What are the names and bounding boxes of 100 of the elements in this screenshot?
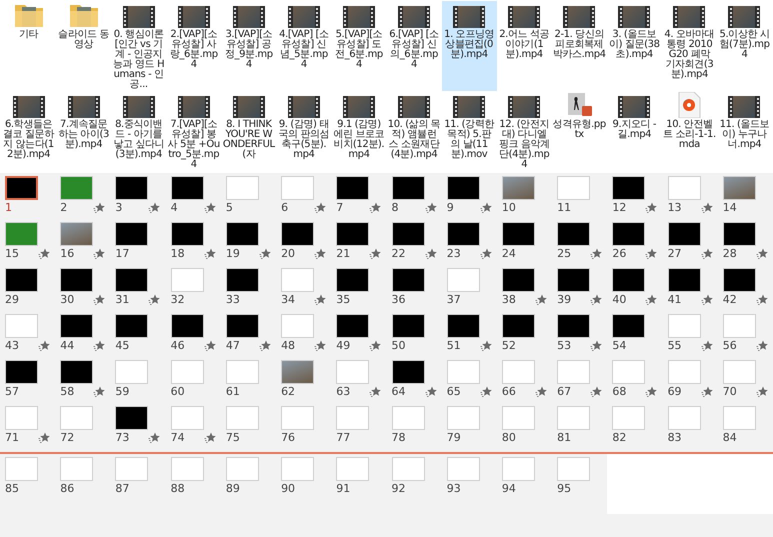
slide-thumbnail[interactable]	[392, 222, 424, 246]
slide-thumbnail[interactable]	[226, 360, 259, 384]
slide-thumbnail[interactable]	[446, 176, 480, 200]
slide-thumbnail[interactable]	[722, 176, 756, 200]
slide-thumbnail[interactable]	[612, 176, 646, 200]
slide-thumbnail[interactable]	[60, 457, 94, 481]
slide-thumbnail[interactable]	[281, 406, 314, 430]
slide-thumbnail[interactable]	[502, 222, 535, 246]
slide-thumbnail[interactable]	[392, 457, 424, 481]
file-item[interactable]: 4.[VAP] [소유성찰] 신념_5분.mp4	[276, 1, 332, 91]
file-item[interactable]: 7.[VAP][소유성찰] 봉사 5분 +Outro_5분.mp4	[166, 91, 222, 171]
slide-thumbnail[interactable]	[170, 360, 204, 384]
file-item[interactable]: 7.계속질문하는 아이(3분).mp4	[56, 91, 112, 171]
slide-thumbnail[interactable]	[170, 222, 204, 246]
slide-thumbnail[interactable]	[5, 406, 38, 430]
file-item[interactable]: 10. 안전벨트 소리-1-1.mda	[662, 91, 717, 171]
file-item[interactable]: 9. (감명) 태국의 판의섬축구(5분).mp4	[276, 91, 332, 171]
slide-thumbnail[interactable]	[392, 176, 424, 200]
slide-thumbnail[interactable]	[336, 360, 370, 384]
file-item[interactable]: 9.지오디 - 길.mp4	[606, 91, 662, 171]
file-item[interactable]: 1. 오프닝영상블편집(0분).mp4	[442, 1, 497, 91]
slide-thumbnail[interactable]	[557, 176, 590, 200]
slide-thumbnail[interactable]	[336, 222, 370, 246]
slide-thumbnail[interactable]	[722, 360, 756, 384]
slide-thumbnail[interactable]	[281, 457, 314, 481]
file-item[interactable]: 2.[VAP][소유성찰] 사랑_6분.mp4	[166, 1, 222, 91]
slide-thumbnail[interactable]	[336, 457, 370, 481]
slide-thumbnail[interactable]	[502, 176, 535, 200]
slide-thumbnail[interactable]	[5, 314, 38, 338]
slide-thumbnail[interactable]	[557, 360, 590, 384]
slide-thumbnail[interactable]	[115, 457, 148, 481]
slide-thumbnail[interactable]	[226, 457, 259, 481]
slide-thumbnail[interactable]	[612, 406, 646, 430]
file-item[interactable]: 5.[VAP][소유성찰] 도전_6분.mp4	[331, 1, 386, 91]
slide-thumbnail[interactable]	[281, 176, 314, 200]
slide-thumbnail[interactable]	[392, 268, 424, 292]
slide-thumbnail[interactable]	[170, 406, 204, 430]
file-item[interactable]: 성격유형.pptx	[552, 91, 607, 171]
slide-thumbnail[interactable]	[226, 268, 259, 292]
slide-thumbnail[interactable]	[502, 360, 535, 384]
slide-thumbnail[interactable]	[722, 222, 756, 246]
slide-thumbnail[interactable]	[557, 457, 590, 481]
slide-thumbnail[interactable]	[668, 222, 701, 246]
slide-thumbnail[interactable]	[446, 222, 480, 246]
slide-thumbnail[interactable]	[502, 457, 535, 481]
slide-thumbnail[interactable]	[392, 360, 424, 384]
slide-thumbnail[interactable]	[226, 222, 259, 246]
slide-thumbnail[interactable]	[281, 360, 314, 384]
slide-thumbnail[interactable]	[392, 406, 424, 430]
slide-thumbnail[interactable]	[5, 176, 38, 200]
slide-thumbnail[interactable]	[281, 222, 314, 246]
slide-thumbnail[interactable]	[336, 176, 370, 200]
slide-thumbnail[interactable]	[668, 314, 701, 338]
file-item[interactable]: 0. 행심이론 [인간 vs 기계 - 인공지능과 영드 Humans - 인공...	[111, 1, 166, 91]
slide-thumbnail[interactable]	[60, 406, 94, 430]
slide-thumbnail[interactable]	[668, 176, 701, 200]
slide-thumbnail[interactable]	[115, 406, 148, 430]
file-item[interactable]: 8. I THINK YOU'RE WONDERFUL(자	[221, 91, 276, 171]
slide-thumbnail[interactable]	[226, 406, 259, 430]
slide-thumbnail[interactable]	[60, 222, 94, 246]
file-item[interactable]: 6.[VAP] [소유성찰] 신의_6분.mp4	[386, 1, 442, 91]
slide-thumbnail[interactable]	[60, 314, 94, 338]
slide-thumbnail[interactable]	[281, 268, 314, 292]
slide-thumbnail[interactable]	[115, 176, 148, 200]
slide-thumbnail[interactable]	[668, 360, 701, 384]
slide-thumbnail[interactable]	[170, 457, 204, 481]
slide-thumbnail[interactable]	[392, 314, 424, 338]
slide-thumbnail[interactable]	[668, 406, 701, 430]
slide-thumbnail[interactable]	[115, 222, 148, 246]
slide-thumbnail[interactable]	[668, 268, 701, 292]
slide-thumbnail[interactable]	[722, 314, 756, 338]
slide-thumbnail[interactable]	[226, 314, 259, 338]
slide-thumbnail[interactable]	[336, 314, 370, 338]
slide-thumbnail[interactable]	[5, 222, 38, 246]
slide-thumbnail[interactable]	[336, 406, 370, 430]
slide-thumbnail[interactable]	[115, 360, 148, 384]
slide-thumbnail[interactable]	[446, 268, 480, 292]
slide-thumbnail[interactable]	[612, 268, 646, 292]
file-item[interactable]: 2.어느 석공 이야기(1분).mp4	[496, 1, 552, 91]
slide-thumbnail[interactable]	[60, 360, 94, 384]
slide-thumbnail[interactable]	[557, 222, 590, 246]
slide-thumbnail[interactable]	[502, 268, 535, 292]
slide-thumbnail[interactable]	[5, 360, 38, 384]
slide-thumbnail[interactable]	[5, 268, 38, 292]
file-item[interactable]: 4. 오바마대통령 2010 G20 폐막 기자회견(3분).mp4	[662, 1, 717, 91]
slide-thumbnail[interactable]	[170, 268, 204, 292]
slide-thumbnail[interactable]	[557, 406, 590, 430]
file-item[interactable]: 3.[VAP][소유성찰] 공정_9분.mp4	[221, 1, 276, 91]
slide-thumbnail[interactable]	[281, 314, 314, 338]
file-item[interactable]: 기타	[1, 1, 56, 91]
file-item[interactable]: 11. (올드보이) 누구나 너.mp4	[716, 91, 772, 171]
file-item[interactable]: 3. (올드보이) 질문(38초).mp4	[606, 1, 662, 91]
slide-thumbnail[interactable]	[446, 314, 480, 338]
slide-thumbnail[interactable]	[612, 222, 646, 246]
slide-thumbnail[interactable]	[722, 268, 756, 292]
slide-thumbnail[interactable]	[336, 268, 370, 292]
slide-thumbnail[interactable]	[557, 268, 590, 292]
file-item[interactable]: 8.중식이밴드 - 아기를 낳고 싶다니(3분).mp4	[111, 91, 166, 171]
slide-thumbnail[interactable]	[60, 176, 94, 200]
file-item[interactable]: 12. (안전지대) 다니엘핑크 음악계단(4분).mp4	[496, 91, 552, 171]
